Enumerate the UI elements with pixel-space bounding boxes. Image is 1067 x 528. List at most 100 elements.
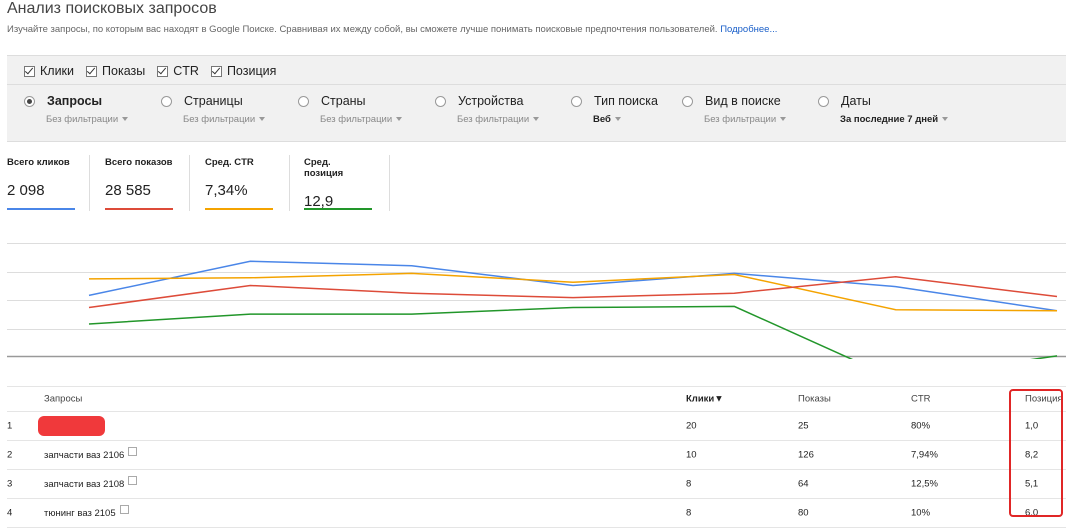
impressions-cell: 80	[798, 507, 809, 519]
metric-toggle-position[interactable]: Позиция	[210, 64, 277, 78]
table-row[interactable]: 4 тюнинг ваз 2105 8 80 10% 6,0	[7, 499, 1066, 528]
query-cell[interactable]: запчасти ваз 2108	[44, 476, 138, 490]
radio-selected-icon[interactable]	[24, 95, 35, 107]
stat-color-bar	[7, 208, 75, 210]
dimension-label: Устройства	[458, 94, 524, 108]
page-title: Анализ поисковых запросов	[7, 0, 217, 17]
filter-panel: Клики Показы CTR Позиция Запросы Без фил…	[7, 55, 1066, 142]
column-header-ctr[interactable]: CTR	[911, 394, 931, 405]
checkbox-icon[interactable]	[210, 65, 222, 77]
metric-toggle-label: Позиция	[226, 64, 277, 78]
clicks-cell: 8	[686, 478, 692, 490]
chart-series-line	[88, 305, 1058, 359]
dimension-countries[interactable]: Страны Без фильтрации	[298, 94, 403, 125]
metric-toggle-label: Показы	[102, 64, 146, 78]
dimension-label: Тип поиска	[594, 94, 658, 108]
queries-table: Запросы Клики▼ Показы CTR Позиция 1 20 25 8…	[7, 386, 1066, 528]
caret-down-icon	[122, 117, 129, 122]
radio-icon[interactable]	[818, 95, 829, 107]
total-clicks-card[interactable]: Всего кликов 2 098	[7, 157, 75, 210]
stat-color-bar	[304, 208, 372, 210]
total-impressions-card[interactable]: Всего показов 28 585	[105, 157, 173, 210]
stat-value: 2 098	[7, 182, 45, 199]
dimension-dates[interactable]: Даты За последние 7 дней	[818, 94, 949, 125]
metric-toggle-label: Клики	[40, 64, 75, 78]
checkbox-icon[interactable]	[157, 65, 169, 77]
description-text: Изучайте запросы, по которым вас находят…	[7, 24, 718, 35]
radio-icon[interactable]	[571, 95, 582, 107]
avg-position-card[interactable]: Сред. позиция 12,9	[304, 157, 372, 210]
dimension-label: Даты	[841, 94, 871, 108]
clicks-cell: 20	[686, 420, 697, 432]
avg-ctr-card[interactable]: Сред. CTR 7,34%	[205, 157, 273, 210]
radio-icon[interactable]	[161, 95, 172, 107]
external-link-icon[interactable]	[119, 505, 129, 514]
stat-color-bar	[205, 208, 273, 210]
divider	[389, 155, 390, 211]
dimension-label: Запросы	[47, 94, 103, 108]
table-header: Запросы Клики▼ Показы CTR Позиция	[7, 386, 1066, 412]
external-link-icon[interactable]	[128, 447, 138, 456]
column-header-impressions[interactable]: Показы	[798, 394, 831, 405]
stat-value: 7,34%	[205, 182, 248, 199]
ctr-cell: 80%	[911, 420, 931, 432]
dimension-filter-dropdown[interactable]: Без фильтрации	[320, 114, 403, 125]
dimension-search-appearance[interactable]: Вид в поиске Без фильтрации	[682, 94, 787, 125]
performance-chart	[7, 243, 1066, 359]
dimension-label: Страны	[321, 94, 366, 108]
chart-series-line	[88, 275, 1058, 309]
caret-down-icon	[614, 117, 621, 122]
divider	[89, 155, 90, 211]
divider	[7, 84, 1066, 85]
metric-toggle-clicks[interactable]: Клики	[24, 64, 74, 78]
caret-down-icon	[259, 117, 266, 122]
caret-down-icon	[533, 117, 540, 122]
redacted-query	[38, 416, 105, 436]
chart-series-line	[88, 260, 1058, 312]
table-row[interactable]: 1 20 25 80% 1,0	[7, 412, 1066, 441]
dimension-filter-dropdown[interactable]: Без фильтрации	[704, 114, 787, 125]
impressions-cell: 126	[798, 449, 814, 461]
query-cell[interactable]: запчасти ваз 2106	[44, 447, 138, 461]
dimension-filter-dropdown[interactable]: Без фильтрации	[46, 114, 129, 125]
stat-color-bar	[105, 208, 173, 210]
dimension-label: Страницы	[184, 94, 243, 108]
metric-toggle-ctr[interactable]: CTR	[157, 64, 199, 78]
radio-icon[interactable]	[298, 95, 309, 107]
dimension-search-type[interactable]: Тип поиска Веб	[571, 94, 658, 125]
row-number: 2	[7, 449, 13, 461]
position-column-highlight	[1009, 389, 1063, 517]
ctr-cell: 10%	[911, 507, 931, 519]
more-link[interactable]: Подробнее...	[720, 24, 777, 35]
dimension-devices[interactable]: Устройства Без фильтрации	[435, 94, 540, 125]
stat-label: Сред. позиция	[304, 157, 344, 179]
impressions-cell: 64	[798, 478, 809, 490]
caret-down-icon	[942, 117, 949, 122]
metric-toggle-impressions[interactable]: Показы	[86, 64, 145, 78]
table-row[interactable]: 3 запчасти ваз 2108 8 64 12,5% 5,1	[7, 470, 1066, 499]
dimension-filter-dropdown[interactable]: За последние 7 дней	[840, 114, 949, 125]
checkbox-icon[interactable]	[24, 65, 35, 77]
query-cell[interactable]: тюнинг ваз 2105	[44, 505, 129, 519]
ctr-cell: 12,5%	[911, 478, 938, 490]
stat-label: Всего показов	[105, 157, 173, 168]
table-row[interactable]: 2 запчасти ваз 2106 10 126 7,94% 8,2	[7, 441, 1066, 470]
stat-label: Всего кликов	[7, 157, 70, 168]
dimension-filter-dropdown[interactable]: Веб	[593, 114, 658, 125]
row-number: 1	[7, 420, 13, 432]
column-header-queries[interactable]: Запросы	[44, 394, 82, 405]
external-link-icon[interactable]	[128, 476, 138, 485]
dimension-pages[interactable]: Страницы Без фильтрации	[161, 94, 266, 125]
checkbox-icon[interactable]	[86, 65, 98, 77]
impressions-cell: 25	[798, 420, 809, 432]
radio-icon[interactable]	[682, 95, 693, 107]
dimension-filter-dropdown[interactable]: Без фильтрации	[457, 114, 540, 125]
dimension-filter-dropdown[interactable]: Без фильтрации	[183, 114, 266, 125]
dimension-queries[interactable]: Запросы Без фильтрации	[24, 94, 129, 125]
page-description: Изучайте запросы, по которым вас находят…	[7, 24, 777, 35]
caret-down-icon	[396, 117, 403, 122]
row-number: 3	[7, 478, 13, 490]
metric-toggle-label: CTR	[173, 64, 199, 78]
column-header-clicks[interactable]: Клики▼	[686, 394, 724, 405]
radio-icon[interactable]	[435, 95, 446, 107]
